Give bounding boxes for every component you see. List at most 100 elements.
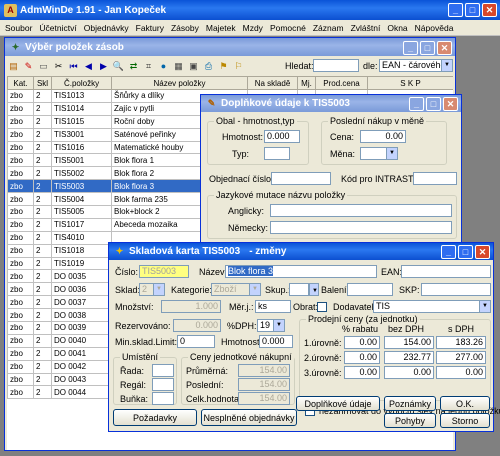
delete-icon[interactable]: ✂ — [52, 60, 65, 73]
minimize-icon[interactable]: _ — [403, 41, 418, 55]
extra-data-button[interactable]: Doplňkové údaje — [296, 396, 380, 411]
chevron-down-icon[interactable]: ▼ — [153, 284, 164, 295]
close-icon[interactable]: ✕ — [437, 41, 452, 55]
grid-icon[interactable]: ▦ — [172, 60, 185, 73]
vat-select[interactable]: 19 ▼ — [257, 319, 285, 332]
english-name-input[interactable] — [270, 204, 452, 217]
column-header[interactable]: S K P — [367, 76, 453, 90]
chevron-down-icon[interactable]: ▼ — [249, 284, 260, 295]
package-input[interactable] — [347, 283, 393, 296]
cell-input[interactable] — [152, 392, 174, 405]
globe-icon[interactable]: ● — [157, 60, 170, 73]
row-input[interactable] — [152, 364, 174, 377]
rack-input[interactable] — [152, 378, 174, 391]
group-dropdown[interactable]: ▼ — [309, 283, 319, 296]
group-input[interactable] — [289, 283, 309, 296]
chevron-down-icon[interactable]: ▼ — [441, 60, 452, 71]
minimize-icon[interactable]: _ — [441, 245, 456, 259]
menu-item-3[interactable]: Faktury — [136, 23, 164, 33]
chevron-down-icon[interactable]: ▼ — [386, 148, 397, 159]
close-icon[interactable]: ✕ — [475, 245, 490, 259]
prev-icon[interactable]: ◀ — [82, 60, 95, 73]
reserved-input[interactable]: 0.000 — [173, 319, 221, 332]
open-icon[interactable]: ▤ — [7, 60, 20, 73]
cancel-button[interactable]: Storno — [440, 413, 490, 428]
name-input[interactable]: Blok flora 3 — [225, 265, 377, 278]
supplier-select[interactable]: TIS ▼ — [373, 300, 491, 313]
close-icon[interactable]: ✕ — [443, 97, 458, 111]
discount-input[interactable]: 0.00 — [344, 366, 380, 379]
last-price-input[interactable]: 154.00 — [238, 378, 290, 391]
close-icon[interactable]: ✕ — [482, 3, 497, 17]
column-header[interactable]: Mj. — [297, 76, 316, 90]
price-gross-input[interactable]: 0.00 — [436, 366, 486, 379]
discount-input[interactable]: 0.00 — [344, 336, 380, 349]
movements-button[interactable]: Pohyby — [384, 413, 436, 428]
min-stock-input[interactable]: 0 — [177, 335, 215, 348]
search-by-select[interactable]: EAN - čárového ▼ — [379, 59, 453, 72]
new-icon[interactable]: ▭ — [37, 60, 50, 73]
column-header[interactable]: Název položky — [111, 76, 248, 90]
maximize-icon[interactable]: □ — [426, 97, 441, 111]
ean-input[interactable] — [401, 265, 491, 278]
maximize-icon[interactable]: □ — [465, 3, 480, 17]
turnover-checkbox[interactable] — [317, 302, 327, 312]
unit-input[interactable]: ks — [255, 300, 291, 313]
select-icon[interactable]: ⌗ — [142, 60, 155, 73]
minimize-icon[interactable]: _ — [448, 3, 463, 17]
column-header[interactable]: Skl — [33, 76, 52, 90]
menu-item-1[interactable]: Účetnictví — [39, 23, 76, 33]
category-select[interactable]: Zboží ▼ — [211, 283, 261, 296]
price-net-input[interactable]: 232.77 — [384, 351, 434, 364]
order-no-input[interactable] — [271, 172, 331, 185]
column-header[interactable]: Č.položky — [51, 76, 112, 90]
chevron-down-icon[interactable]: ▼ — [273, 320, 284, 331]
menu-item-2[interactable]: Objednávky — [84, 23, 129, 33]
discount-input[interactable]: 0.00 — [344, 351, 380, 364]
first-icon[interactable]: ⏮ — [67, 60, 80, 73]
unfulfilled-orders-button[interactable]: Nesplněné objednávky — [201, 409, 297, 426]
minimize-icon[interactable]: _ — [409, 97, 424, 111]
skp-input[interactable] — [421, 283, 491, 296]
column-header[interactable]: Kat. — [7, 76, 34, 90]
column-header[interactable]: Na skladě — [247, 76, 298, 90]
search-input[interactable] — [313, 59, 359, 72]
sort-icon[interactable]: ⚐ — [232, 60, 245, 73]
edit-icon[interactable]: ✎ — [22, 60, 35, 73]
german-name-input[interactable] — [270, 221, 452, 234]
chevron-down-icon[interactable]: ▼ — [479, 301, 490, 312]
requirements-button[interactable]: Požadavky — [113, 409, 197, 426]
filter-icon[interactable]: ⚑ — [217, 60, 230, 73]
total-value-input[interactable]: 154.00 — [238, 392, 290, 405]
calc-icon[interactable]: ▣ — [187, 60, 200, 73]
next-icon[interactable]: ▶ — [97, 60, 110, 73]
menu-item-8[interactable]: Záznam — [313, 23, 344, 33]
currency-select[interactable]: ▼ — [360, 147, 398, 160]
price-net-input[interactable]: 154.00 — [384, 336, 434, 349]
ok-button[interactable]: O.K. — [440, 396, 490, 411]
menu-item-6[interactable]: Mzdy — [243, 23, 263, 33]
quantity-input[interactable]: 1.000 — [161, 300, 221, 313]
column-header[interactable]: Prod.cena — [315, 76, 368, 90]
maximize-icon[interactable]: □ — [458, 245, 473, 259]
arrows-icon[interactable]: ⇄ — [127, 60, 140, 73]
price-net-input[interactable]: 0.00 — [384, 366, 434, 379]
maximize-icon[interactable]: □ — [420, 41, 435, 55]
avg-price-input[interactable]: 154.00 — [238, 364, 290, 377]
weight-input[interactable]: 0.000 — [259, 335, 293, 348]
print-icon[interactable]: ⎙ — [202, 60, 215, 73]
search-icon[interactable]: 🔍 — [112, 60, 125, 73]
menu-item-10[interactable]: Okna — [387, 23, 407, 33]
price-input[interactable]: 0.00 — [360, 130, 406, 143]
intrastat-input[interactable] — [413, 172, 457, 185]
weight-input[interactable]: 0.000 — [264, 130, 300, 143]
type-input[interactable] — [264, 147, 290, 160]
notes-button[interactable]: Poznámky — [384, 396, 436, 411]
price-gross-input[interactable]: 183.26 — [436, 336, 486, 349]
menu-item-9[interactable]: Zvláštní — [351, 23, 381, 33]
menu-item-11[interactable]: Nápověda — [415, 23, 454, 33]
menu-item-4[interactable]: Zásoby — [171, 23, 199, 33]
number-input[interactable]: TIS5003 — [139, 265, 189, 278]
price-gross-input[interactable]: 277.00 — [436, 351, 486, 364]
warehouse-select[interactable]: 2 ▼ — [139, 283, 165, 296]
